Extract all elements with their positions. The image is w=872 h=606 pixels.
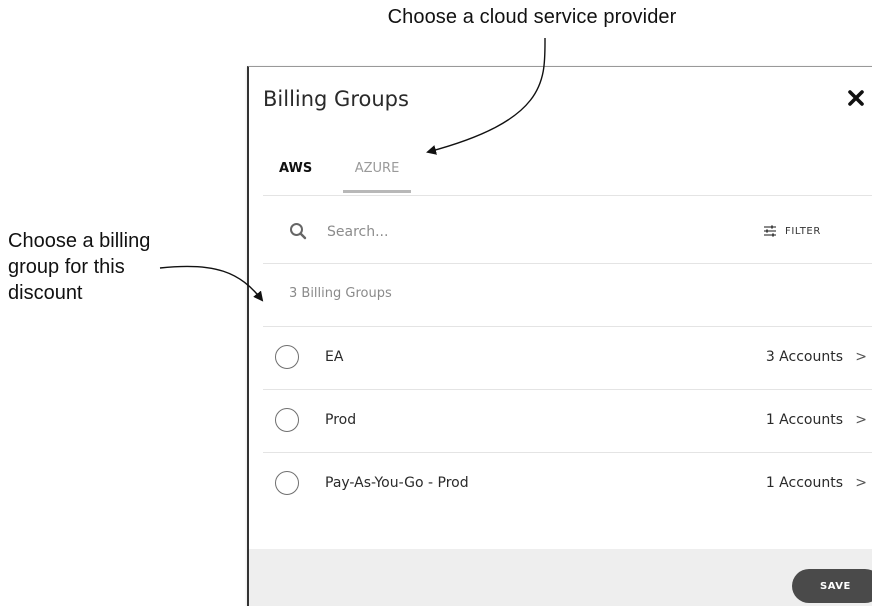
search-icon	[290, 223, 307, 240]
close-icon	[848, 90, 864, 106]
list-header: 3 Billing Groups	[263, 264, 872, 327]
annotation-line: group for this	[8, 256, 125, 278]
search-bar: FILTER	[263, 207, 872, 264]
filter-label: FILTER	[785, 225, 821, 237]
radio-button[interactable]	[275, 408, 299, 432]
chevron-right-icon[interactable]: >	[855, 412, 867, 428]
list-item-pay-as-you-go[interactable]: Pay-As-You-Go - Prod 1 Accounts >	[263, 453, 872, 515]
annotation-cloud-provider: Choose a cloud service provider	[387, 6, 677, 28]
account-count: 3 Accounts	[765, 349, 843, 365]
provider-tabs: AWS AZURE	[263, 161, 872, 196]
close-button[interactable]	[845, 87, 867, 109]
list-item-ea[interactable]: EA 3 Accounts >	[263, 327, 872, 390]
save-button[interactable]: SAVE	[792, 569, 872, 603]
sliders-icon	[764, 225, 776, 237]
chevron-right-icon[interactable]: >	[855, 349, 867, 365]
billing-groups-dialog: Billing Groups AWS AZURE Search... FILTE…	[247, 66, 872, 606]
billing-group-list: EA 3 Accounts > Prod 1 Accounts > Pay-As…	[263, 327, 872, 515]
filter-button[interactable]: FILTER	[763, 221, 821, 241]
billing-group-count: 3 Billing Groups	[289, 286, 392, 301]
annotation-line: discount	[8, 282, 83, 304]
radio-button[interactable]	[275, 345, 299, 369]
list-item-prod[interactable]: Prod 1 Accounts >	[263, 390, 872, 453]
chevron-right-icon[interactable]: >	[855, 475, 867, 491]
search-input[interactable]	[325, 219, 689, 245]
billing-group-name: Pay-As-You-Go - Prod	[325, 475, 469, 491]
screenshot-stage: Choose a cloud service provider Choose a…	[0, 0, 872, 606]
dialog-footer: SAVE	[249, 549, 872, 606]
tab-aws[interactable]: AWS	[279, 161, 312, 193]
dialog-title: Billing Groups	[263, 87, 409, 111]
radio-button[interactable]	[275, 471, 299, 495]
account-count: 1 Accounts	[765, 412, 843, 428]
account-count: 1 Accounts	[765, 475, 843, 491]
tab-azure[interactable]: AZURE	[343, 161, 411, 193]
billing-group-name: EA	[325, 349, 344, 365]
annotation-line: Choose a billing	[8, 230, 151, 252]
billing-group-name: Prod	[325, 412, 357, 428]
annotation-billing-group: Choose a billing group for this discount	[8, 228, 198, 306]
